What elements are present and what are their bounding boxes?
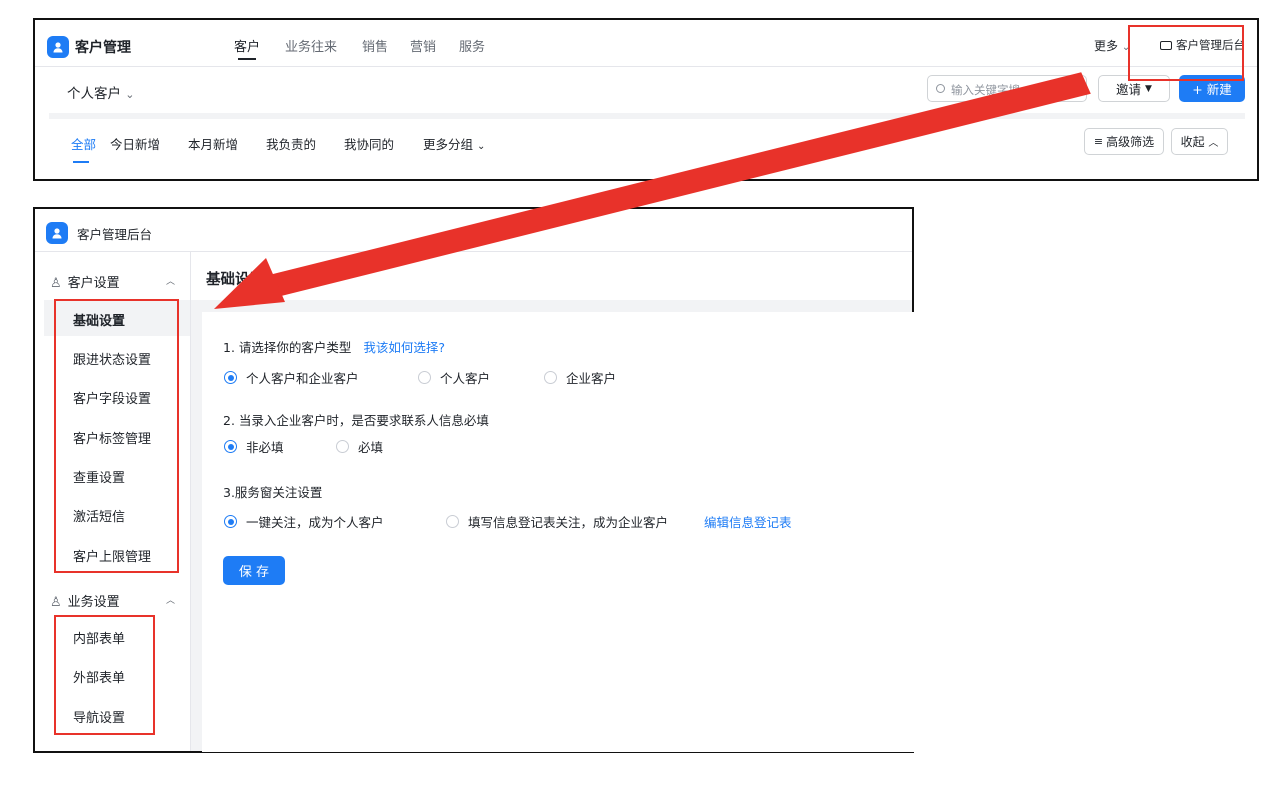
arrow-shaft — [270, 72, 1091, 297]
arrow-head — [214, 258, 285, 309]
annotation-arrow — [214, 72, 1091, 309]
